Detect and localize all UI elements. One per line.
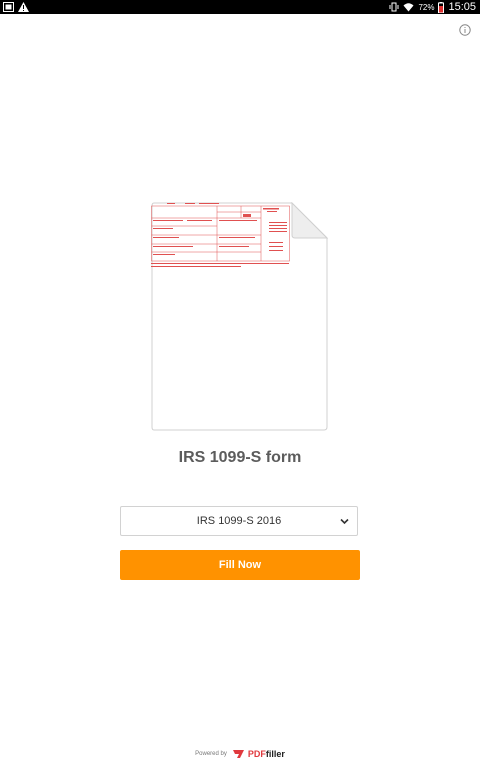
form-year-select-value: IRS 1099-S 2016 [196,515,282,527]
vibrate-icon [389,2,399,12]
form-year-select[interactable]: IRS 1099-S 2016 [120,506,358,536]
status-bar-left [3,1,29,13]
status-bar-right: 72% 15:05 [389,0,476,14]
info-icon[interactable] [459,24,471,36]
document-preview [151,202,328,431]
pdffiller-logo-icon [232,750,244,758]
form-thumbnail [151,203,290,267]
powered-by-footer: Powered by PDFfiller [0,746,480,762]
battery-percent: 72% [418,2,435,12]
clock: 15:05 [448,1,476,13]
status-bar: 72% 15:05 [0,0,480,14]
pdffiller-brand[interactable]: PDFfiller [232,749,285,759]
page-title: IRS 1099-S form [178,449,302,466]
battery-icon [438,1,445,13]
brand-name: PDFfiller [248,749,285,759]
brand-name-suffix: filler [265,749,285,759]
powered-by-label: Powered by [195,751,227,757]
fill-now-button[interactable]: Fill Now [120,550,360,580]
notification-image-icon [3,2,14,12]
wifi-icon [403,3,414,12]
warning-icon [18,2,29,12]
brand-name-prefix: PDF [247,749,266,759]
chevron-down-icon [340,518,349,525]
